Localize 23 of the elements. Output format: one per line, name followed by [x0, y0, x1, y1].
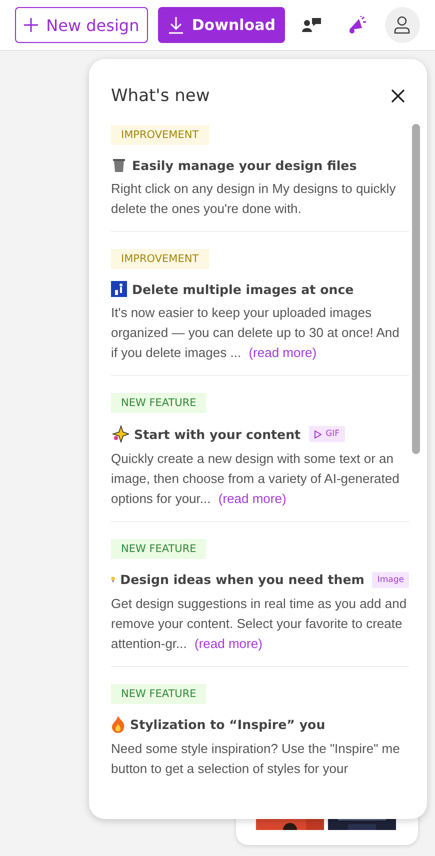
read-more-link[interactable]: (read more): [214, 491, 286, 506]
item-description: Right click on any design in My designs to quickly delete the ones you're done with.: [111, 180, 397, 218]
item-title: Start with your content: [134, 426, 301, 442]
download-button[interactable]: Download: [158, 7, 285, 43]
category-tag: NEW FEATURE: [111, 393, 206, 413]
new-design-button[interactable]: New design: [15, 7, 148, 43]
category-tag: IMPROVEMENT: [111, 249, 209, 269]
item-description: Quickly create a new design with some text or an image, then choose from a variety of AI-generated options for your... (read more): [111, 450, 400, 508]
media-label: GIF: [326, 429, 340, 439]
category-tag: NEW FEATURE: [111, 684, 206, 704]
item-description: Get design suggestions in real time as you add and remove your content. Select your favorite to create attention-gr... (read more): [111, 595, 408, 653]
category-tag: IMPROVEMENT: [111, 125, 209, 145]
media-label: Image: [377, 574, 404, 584]
read-more-link[interactable]: (read more): [245, 345, 317, 360]
item-title: Stylization to “Inspire” you: [130, 717, 326, 732]
item-title: Easily manage your design files: [132, 158, 357, 172]
item-title: Delete multiple images at once: [132, 282, 354, 296]
item-description: It's now easier to keep your uploaded images organized — you can delete up to 30 at once! And if you delete images ... (read more): [111, 304, 400, 362]
read-more-link[interactable]: (read more): [190, 636, 262, 651]
item-description: Need some style inspiration? Use the "Inspire" me button to get a selection of styles for your: [111, 740, 401, 778]
item-title: Design ideas when you need them: [120, 572, 364, 587]
category-tag: NEW FEATURE: [111, 539, 206, 559]
panel-title: What's new: [111, 86, 210, 106]
